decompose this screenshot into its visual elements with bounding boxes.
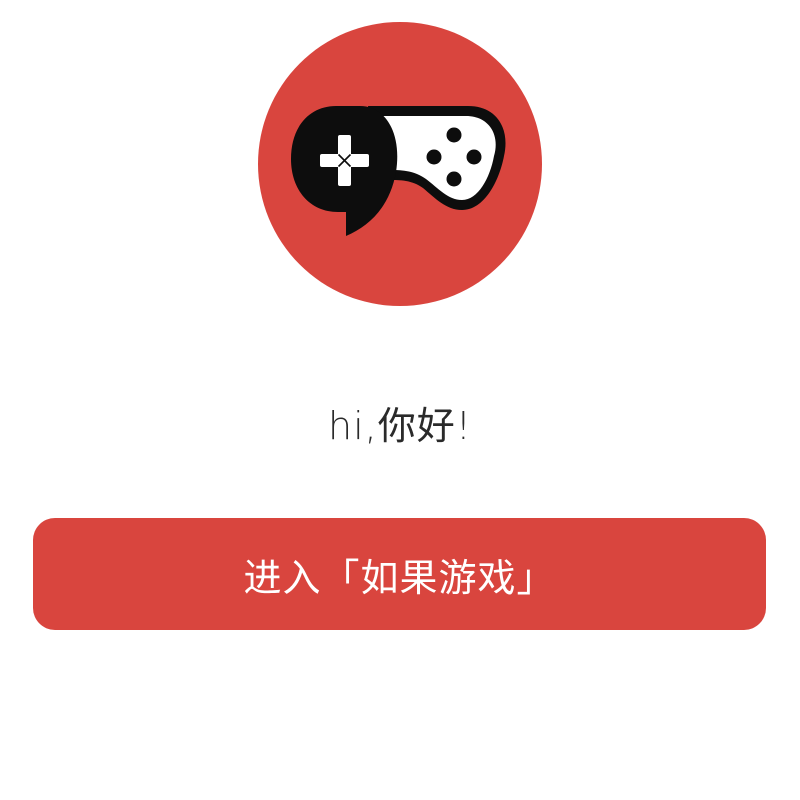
enter-game-button-label: 进入「如果游戏」 — [243, 555, 556, 600]
gamepad-chat-icon — [258, 22, 542, 306]
app-logo — [258, 22, 542, 306]
enter-game-button[interactable]: 进入「如果游戏」 — [33, 518, 766, 630]
greeting-text: hi,你好! — [328, 404, 472, 448]
welcome-screen: hi,你好! 进入「如果游戏」 — [0, 0, 800, 800]
